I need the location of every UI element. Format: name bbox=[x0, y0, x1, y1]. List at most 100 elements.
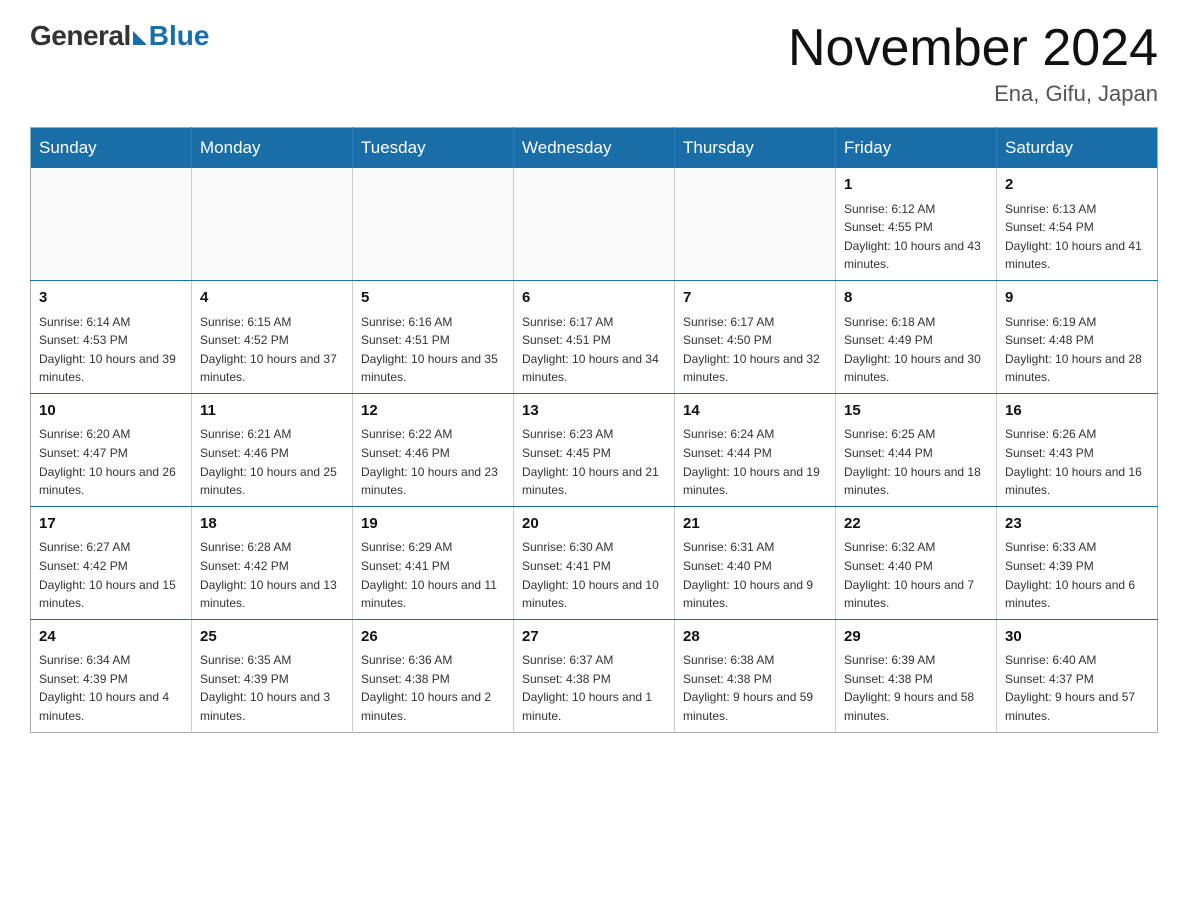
calendar-week-5: 24Sunrise: 6:34 AMSunset: 4:39 PMDayligh… bbox=[31, 619, 1158, 732]
calendar-cell: 9 Sunrise: 6:19 AMSunset: 4:48 PMDaylight… bbox=[997, 281, 1158, 394]
day-info: Sunrise: 6:31 AMSunset: 4:40 PMDaylight:… bbox=[683, 538, 827, 612]
weekday-header-monday: Monday bbox=[192, 128, 353, 169]
day-info: Sunrise: 6:20 AMSunset: 4:47 PMDaylight:… bbox=[39, 425, 183, 499]
day-info: Sunrise: 6:29 AMSunset: 4:41 PMDaylight:… bbox=[361, 538, 505, 612]
calendar-cell: 23Sunrise: 6:33 AMSunset: 4:39 PMDayligh… bbox=[997, 506, 1158, 619]
day-number: 6 bbox=[522, 287, 666, 310]
calendar-cell: 21Sunrise: 6:31 AMSunset: 4:40 PMDayligh… bbox=[675, 506, 836, 619]
day-number: 19 bbox=[361, 513, 505, 536]
calendar-week-3: 10Sunrise: 6:20 AMSunset: 4:47 PMDayligh… bbox=[31, 393, 1158, 506]
logo: General Blue bbox=[30, 20, 209, 52]
day-number: 16 bbox=[1005, 400, 1149, 423]
calendar-cell: 18Sunrise: 6:28 AMSunset: 4:42 PMDayligh… bbox=[192, 506, 353, 619]
day-info: Sunrise: 6:14 AMSunset: 4:53 PMDaylight:… bbox=[39, 313, 183, 387]
day-info: Sunrise: 6:24 AMSunset: 4:44 PMDaylight:… bbox=[683, 425, 827, 499]
day-number: 14 bbox=[683, 400, 827, 423]
calendar-cell: 3 Sunrise: 6:14 AMSunset: 4:53 PMDaylight… bbox=[31, 281, 192, 394]
weekday-header-tuesday: Tuesday bbox=[353, 128, 514, 169]
calendar-cell bbox=[31, 168, 192, 280]
day-info: Sunrise: 6:15 AMSunset: 4:52 PMDaylight:… bbox=[200, 313, 344, 387]
calendar-week-1: 1 Sunrise: 6:12 AMSunset: 4:55 PMDaylight… bbox=[31, 168, 1158, 280]
day-info: Sunrise: 6:32 AMSunset: 4:40 PMDaylight:… bbox=[844, 538, 988, 612]
day-number: 30 bbox=[1005, 626, 1149, 649]
calendar-cell: 8Sunrise: 6:18 AMSunset: 4:49 PMDaylight… bbox=[836, 281, 997, 394]
calendar-cell: 19Sunrise: 6:29 AMSunset: 4:41 PMDayligh… bbox=[353, 506, 514, 619]
day-number: 15 bbox=[844, 400, 988, 423]
logo-arrow-icon bbox=[133, 31, 147, 45]
calendar-cell: 22Sunrise: 6:32 AMSunset: 4:40 PMDayligh… bbox=[836, 506, 997, 619]
calendar-cell bbox=[353, 168, 514, 280]
logo-blue-text: Blue bbox=[149, 20, 210, 52]
day-number: 25 bbox=[200, 626, 344, 649]
header: General Blue November 2024 Ena, Gifu, Ja… bbox=[30, 20, 1158, 107]
day-info: Sunrise: 6:40 AMSunset: 4:37 PMDaylight:… bbox=[1005, 651, 1149, 725]
day-info: Sunrise: 6:25 AMSunset: 4:44 PMDaylight:… bbox=[844, 425, 988, 499]
day-number: 4 bbox=[200, 287, 344, 310]
calendar-cell bbox=[514, 168, 675, 280]
weekday-header-sunday: Sunday bbox=[31, 128, 192, 169]
day-number: 27 bbox=[522, 626, 666, 649]
day-number: 8 bbox=[844, 287, 988, 310]
weekday-header-saturday: Saturday bbox=[997, 128, 1158, 169]
day-number: 18 bbox=[200, 513, 344, 536]
day-number: 1 bbox=[844, 174, 988, 197]
calendar-cell: 26Sunrise: 6:36 AMSunset: 4:38 PMDayligh… bbox=[353, 619, 514, 732]
day-info: Sunrise: 6:16 AMSunset: 4:51 PMDaylight:… bbox=[361, 313, 505, 387]
calendar-cell: 6Sunrise: 6:17 AMSunset: 4:51 PMDaylight… bbox=[514, 281, 675, 394]
location-title: Ena, Gifu, Japan bbox=[788, 81, 1158, 107]
calendar-cell: 30Sunrise: 6:40 AMSunset: 4:37 PMDayligh… bbox=[997, 619, 1158, 732]
day-info: Sunrise: 6:22 AMSunset: 4:46 PMDaylight:… bbox=[361, 425, 505, 499]
day-info: Sunrise: 6:21 AMSunset: 4:46 PMDaylight:… bbox=[200, 425, 344, 499]
day-info: Sunrise: 6:13 AMSunset: 4:54 PMDaylight:… bbox=[1005, 200, 1149, 274]
calendar-cell: 15Sunrise: 6:25 AMSunset: 4:44 PMDayligh… bbox=[836, 393, 997, 506]
day-info: Sunrise: 6:23 AMSunset: 4:45 PMDaylight:… bbox=[522, 425, 666, 499]
title-area: November 2024 Ena, Gifu, Japan bbox=[788, 20, 1158, 107]
day-info: Sunrise: 6:17 AMSunset: 4:50 PMDaylight:… bbox=[683, 313, 827, 387]
day-info: Sunrise: 6:36 AMSunset: 4:38 PMDaylight:… bbox=[361, 651, 505, 725]
calendar-cell: 1 Sunrise: 6:12 AMSunset: 4:55 PMDaylight… bbox=[836, 168, 997, 280]
weekday-header-thursday: Thursday bbox=[675, 128, 836, 169]
day-number: 2 bbox=[1005, 174, 1149, 197]
calendar-cell: 13Sunrise: 6:23 AMSunset: 4:45 PMDayligh… bbox=[514, 393, 675, 506]
day-number: 7 bbox=[683, 287, 827, 310]
day-info: Sunrise: 6:38 AMSunset: 4:38 PMDaylight:… bbox=[683, 651, 827, 725]
day-info: Sunrise: 6:12 AMSunset: 4:55 PMDaylight:… bbox=[844, 200, 988, 274]
day-info: Sunrise: 6:28 AMSunset: 4:42 PMDaylight:… bbox=[200, 538, 344, 612]
day-number: 28 bbox=[683, 626, 827, 649]
day-info: Sunrise: 6:19 AMSunset: 4:48 PMDaylight:… bbox=[1005, 313, 1149, 387]
day-number: 26 bbox=[361, 626, 505, 649]
calendar-cell: 4 Sunrise: 6:15 AMSunset: 4:52 PMDaylight… bbox=[192, 281, 353, 394]
day-number: 12 bbox=[361, 400, 505, 423]
calendar-cell: 25Sunrise: 6:35 AMSunset: 4:39 PMDayligh… bbox=[192, 619, 353, 732]
calendar-cell: 17Sunrise: 6:27 AMSunset: 4:42 PMDayligh… bbox=[31, 506, 192, 619]
calendar-cell: 5 Sunrise: 6:16 AMSunset: 4:51 PMDaylight… bbox=[353, 281, 514, 394]
day-info: Sunrise: 6:35 AMSunset: 4:39 PMDaylight:… bbox=[200, 651, 344, 725]
day-number: 21 bbox=[683, 513, 827, 536]
calendar-table: SundayMondayTuesdayWednesdayThursdayFrid… bbox=[30, 127, 1158, 732]
day-info: Sunrise: 6:27 AMSunset: 4:42 PMDaylight:… bbox=[39, 538, 183, 612]
day-number: 23 bbox=[1005, 513, 1149, 536]
day-info: Sunrise: 6:39 AMSunset: 4:38 PMDaylight:… bbox=[844, 651, 988, 725]
day-number: 22 bbox=[844, 513, 988, 536]
day-number: 3 bbox=[39, 287, 183, 310]
calendar-cell: 12Sunrise: 6:22 AMSunset: 4:46 PMDayligh… bbox=[353, 393, 514, 506]
calendar-cell: 10Sunrise: 6:20 AMSunset: 4:47 PMDayligh… bbox=[31, 393, 192, 506]
calendar-cell: 2 Sunrise: 6:13 AMSunset: 4:54 PMDaylight… bbox=[997, 168, 1158, 280]
calendar-cell: 28Sunrise: 6:38 AMSunset: 4:38 PMDayligh… bbox=[675, 619, 836, 732]
day-number: 5 bbox=[361, 287, 505, 310]
calendar-cell bbox=[675, 168, 836, 280]
calendar-cell: 14Sunrise: 6:24 AMSunset: 4:44 PMDayligh… bbox=[675, 393, 836, 506]
day-info: Sunrise: 6:37 AMSunset: 4:38 PMDaylight:… bbox=[522, 651, 666, 725]
day-number: 9 bbox=[1005, 287, 1149, 310]
day-number: 29 bbox=[844, 626, 988, 649]
day-number: 11 bbox=[200, 400, 344, 423]
calendar-cell: 11Sunrise: 6:21 AMSunset: 4:46 PMDayligh… bbox=[192, 393, 353, 506]
calendar-cell: 7 Sunrise: 6:17 AMSunset: 4:50 PMDaylight… bbox=[675, 281, 836, 394]
calendar-cell: 27Sunrise: 6:37 AMSunset: 4:38 PMDayligh… bbox=[514, 619, 675, 732]
day-number: 20 bbox=[522, 513, 666, 536]
logo-general-text: General bbox=[30, 20, 131, 52]
day-number: 10 bbox=[39, 400, 183, 423]
calendar-cell: 24Sunrise: 6:34 AMSunset: 4:39 PMDayligh… bbox=[31, 619, 192, 732]
calendar-cell: 29Sunrise: 6:39 AMSunset: 4:38 PMDayligh… bbox=[836, 619, 997, 732]
calendar-week-4: 17Sunrise: 6:27 AMSunset: 4:42 PMDayligh… bbox=[31, 506, 1158, 619]
